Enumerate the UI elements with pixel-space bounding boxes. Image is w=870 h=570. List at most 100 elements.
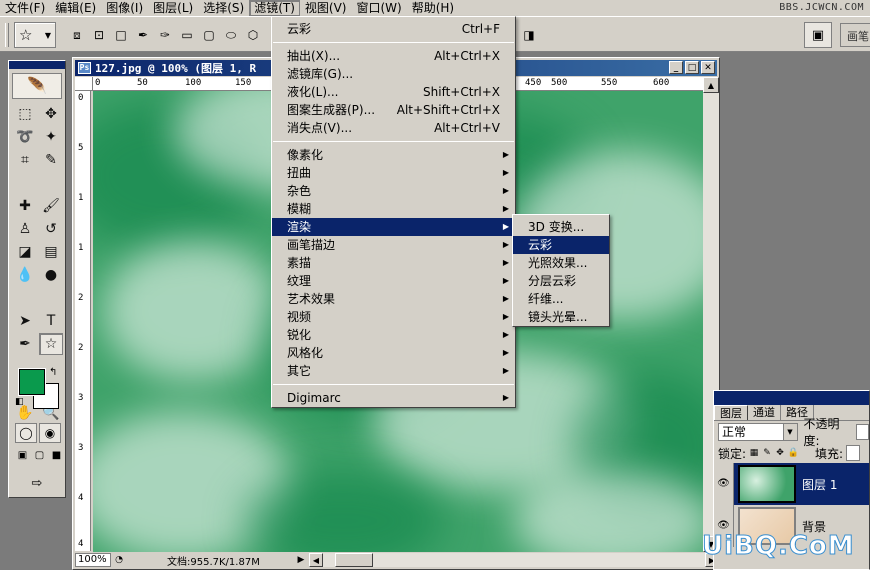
ellipse-icon[interactable]: ⬭ xyxy=(222,26,240,44)
minimize-icon[interactable]: _ xyxy=(669,61,683,74)
magic-wand-tool-icon[interactable]: ✦ xyxy=(39,126,63,148)
crop-tool-icon[interactable]: ⌗ xyxy=(13,149,37,171)
filter-digimarc-item[interactable]: Digimarc ▶ xyxy=(272,389,515,407)
menu-edit[interactable]: 编辑(E) xyxy=(50,0,101,16)
ruler-origin[interactable] xyxy=(75,77,93,91)
palette-toggle-button[interactable]: ▣ xyxy=(804,22,832,48)
horizontal-scroll-thumb[interactable] xyxy=(335,553,373,567)
freeform-pen-icon[interactable]: ✑ xyxy=(156,26,174,44)
scroll-up-icon[interactable]: ▲ xyxy=(703,77,719,93)
tab-channels[interactable]: 通道 xyxy=(748,405,781,420)
filter-sharpen-item[interactable]: 锐化 ▶ xyxy=(272,326,515,344)
polygon-icon[interactable]: ⬡ xyxy=(244,26,262,44)
lock-image-icon[interactable]: ✎ xyxy=(762,448,772,458)
zoom-level-field[interactable]: 100% xyxy=(75,553,111,567)
filter-pixelate-item[interactable]: 像素化 ▶ xyxy=(272,146,515,164)
filter-artistic-item[interactable]: 艺术效果 ▶ xyxy=(272,290,515,308)
filter-blur-item[interactable]: 模糊 ▶ xyxy=(272,200,515,218)
layers-palette-titlebar[interactable] xyxy=(714,391,869,405)
filter-gallery-item[interactable]: 滤镜库(G)... xyxy=(272,65,515,83)
filter-extract-item[interactable]: 抽出(X)... Alt+Ctrl+X xyxy=(272,47,515,65)
slice-tool-icon[interactable]: ✎ xyxy=(39,149,63,171)
filter-distort-item[interactable]: 扭曲 ▶ xyxy=(272,164,515,182)
opacity-input[interactable] xyxy=(856,424,869,440)
fill-pixels-icon[interactable]: □ xyxy=(112,26,130,44)
move-tool-icon[interactable]: ✥ xyxy=(39,103,63,125)
lock-position-icon[interactable]: ✥ xyxy=(775,448,785,458)
pen-tool-icon[interactable]: ✒ xyxy=(13,333,37,355)
status-menu-icon[interactable]: ◔ xyxy=(111,553,127,567)
fill-input[interactable] xyxy=(846,445,861,461)
quick-mask-mode-icon[interactable]: ◉ xyxy=(39,423,61,443)
swap-colors-icon[interactable]: ↰ xyxy=(49,367,57,378)
clone-stamp-tool-icon[interactable]: ♙ xyxy=(13,218,37,240)
filter-pattern-maker-item[interactable]: 图案生成器(P)... Alt+Shift+Ctrl+X xyxy=(272,101,515,119)
filter-vanishing-point-item[interactable]: 消失点(V)... Alt+Ctrl+V xyxy=(272,119,515,137)
layer-row[interactable]: 👁 图层 1 xyxy=(714,463,869,505)
render-lighting-effects-item[interactable]: 光照效果... xyxy=(513,254,609,272)
filter-sketch-item[interactable]: 素描 ▶ xyxy=(272,254,515,272)
render-fibers-item[interactable]: 纤维... xyxy=(513,290,609,308)
default-colors-icon[interactable]: ◧ xyxy=(15,397,24,407)
scroll-left-icon[interactable]: ◀ xyxy=(309,553,323,567)
render-lens-flare-item[interactable]: 镜头光晕... xyxy=(513,308,609,326)
tab-layers[interactable]: 图层 xyxy=(714,405,748,420)
shape-layers-icon[interactable]: ⧈ xyxy=(68,26,86,44)
path-selection-tool-icon[interactable]: ➤ xyxy=(13,310,37,332)
rounded-rectangle-icon[interactable]: ▢ xyxy=(200,26,218,44)
eraser-tool-icon[interactable]: ◪ xyxy=(13,241,37,263)
close-icon[interactable]: ✕ xyxy=(701,61,715,74)
menu-window[interactable]: 窗口(W) xyxy=(351,0,406,16)
render-3d-transform-item[interactable]: 3D 变换... xyxy=(513,218,609,236)
menu-help[interactable]: 帮助(H) xyxy=(407,0,459,16)
lock-all-icon[interactable]: 🔒 xyxy=(787,448,798,458)
pen-icon[interactable]: ✒ xyxy=(134,26,152,44)
menu-image[interactable]: 图像(I) xyxy=(101,0,148,16)
jump-to-imageready-icon[interactable]: ⇨ xyxy=(19,473,55,493)
brush-tool-icon[interactable]: 🖌 xyxy=(39,195,63,217)
render-clouds-item[interactable]: 云彩 xyxy=(513,236,609,254)
standard-mode-icon[interactable]: ◯ xyxy=(15,423,37,443)
menu-layer[interactable]: 图层(L) xyxy=(148,0,198,16)
filter-noise-item[interactable]: 杂色 ▶ xyxy=(272,182,515,200)
feather-logo-icon[interactable]: 🪶 xyxy=(12,73,62,99)
filter-brush-strokes-item[interactable]: 画笔描边 ▶ xyxy=(272,236,515,254)
gradient-tool-icon[interactable]: ▤ xyxy=(39,241,63,263)
filter-stylize-item[interactable]: 风格化 ▶ xyxy=(272,344,515,362)
lock-transparency-icon[interactable]: ▦ xyxy=(749,448,759,458)
marquee-tool-icon[interactable]: ⬚ xyxy=(13,103,37,125)
menu-file[interactable]: 文件(F) xyxy=(0,0,50,16)
maximize-icon[interactable]: □ xyxy=(685,61,699,74)
eye-icon[interactable]: 👁 xyxy=(714,463,734,505)
healing-brush-tool-icon[interactable]: ✚ xyxy=(13,195,37,217)
menu-filter[interactable]: 滤镜(T) xyxy=(249,0,300,16)
filter-liquify-item[interactable]: 液化(L)... Shift+Ctrl+X xyxy=(272,83,515,101)
blur-tool-icon[interactable]: 💧 xyxy=(13,264,37,286)
dodge-tool-icon[interactable]: ● xyxy=(39,264,63,286)
full-screen-icon[interactable]: ■ xyxy=(49,447,64,463)
toolbox-titlebar[interactable] xyxy=(9,61,65,69)
exclude-overlap-icon[interactable]: ◨ xyxy=(520,26,538,44)
type-tool-icon[interactable]: T xyxy=(39,310,63,332)
lasso-tool-icon[interactable]: ➰ xyxy=(13,126,37,148)
filter-other-item[interactable]: 其它 ▶ xyxy=(272,362,515,380)
custom-shape-tool-icon[interactable]: ☆ xyxy=(39,333,63,355)
standard-screen-icon[interactable]: ▣ xyxy=(15,447,30,463)
filter-render-item[interactable]: 渲染 ▶ xyxy=(272,218,515,236)
rectangle-icon[interactable]: ▭ xyxy=(178,26,196,44)
filter-texture-item[interactable]: 纹理 ▶ xyxy=(272,272,515,290)
history-brush-tool-icon[interactable]: ↺ xyxy=(39,218,63,240)
options-grip[interactable] xyxy=(5,23,9,47)
brush-palette-well[interactable]: 画笔 xyxy=(840,23,870,47)
filter-last-item[interactable]: 云彩 Ctrl+F xyxy=(272,20,515,38)
blend-mode-select[interactable]: 正常 ▼ xyxy=(718,423,798,441)
foreground-color-swatch[interactable] xyxy=(19,369,45,395)
full-screen-menu-icon[interactable]: ▢ xyxy=(32,447,47,463)
status-arrow-icon[interactable]: ▶ xyxy=(293,553,309,567)
horizontal-scrollbar[interactable]: ◀ ▶ xyxy=(309,553,719,567)
paths-icon[interactable]: ⊡ xyxy=(90,26,108,44)
render-difference-clouds-item[interactable]: 分层云彩 xyxy=(513,272,609,290)
menu-select[interactable]: 选择(S) xyxy=(198,0,249,16)
filter-video-item[interactable]: 视频 ▶ xyxy=(272,308,515,326)
menu-view[interactable]: 视图(V) xyxy=(300,0,352,16)
